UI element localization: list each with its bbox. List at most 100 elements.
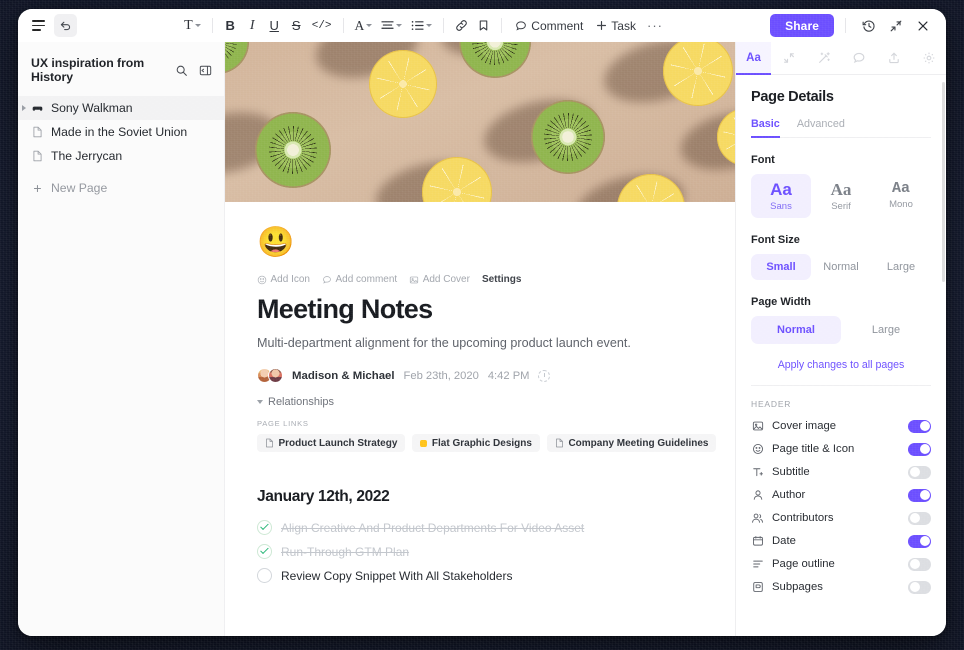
page-width-normal[interactable]: Normal <box>751 316 841 344</box>
close-x-icon[interactable] <box>911 14 934 37</box>
sidebar-item-made-in-the-soviet-union[interactable]: Made in the Soviet Union <box>18 120 224 144</box>
font-option-sans[interactable]: Aa Sans <box>751 174 811 218</box>
toggle-label: Date <box>772 535 900 547</box>
task-button[interactable]: Task <box>590 14 642 37</box>
document-content: 😃 Add Icon Add comment <box>225 202 735 583</box>
right-panel-tabs: Aa <box>736 42 946 75</box>
search-icon[interactable] <box>172 61 190 79</box>
tab-page-details[interactable]: Aa <box>736 42 771 74</box>
link-icon[interactable] <box>451 14 472 37</box>
comment-button[interactable]: Comment <box>509 14 589 37</box>
toggle-switch[interactable] <box>908 512 931 525</box>
page-emoji-icon[interactable]: 😃 <box>257 228 735 258</box>
right-panel-scrollbar[interactable] <box>942 82 945 282</box>
toggle-label: Subtitle <box>772 466 900 478</box>
toggle-switch[interactable] <box>908 443 931 456</box>
smiley-icon <box>751 443 764 455</box>
avatar <box>268 368 283 383</box>
toggle-label: Subpages <box>772 581 900 593</box>
font-size-large[interactable]: Large <box>871 254 931 280</box>
sidebar-item-sony-walkman[interactable]: Sony Walkman <box>18 96 224 120</box>
bookmark-icon[interactable] <box>473 14 494 37</box>
page-links-label: PAGE LINKS <box>257 419 735 428</box>
tab-settings[interactable] <box>911 42 946 74</box>
subtab-basic[interactable]: Basic <box>751 118 780 137</box>
page-icon <box>31 150 44 162</box>
page-link-chip[interactable]: Flat Graphic Designs <box>412 434 540 452</box>
text-style-button[interactable]: T <box>180 14 205 37</box>
relationships-toggle[interactable]: Relationships <box>257 396 735 408</box>
toggle-switch[interactable] <box>908 466 931 479</box>
square-dot-icon <box>420 440 427 447</box>
avatar-group <box>257 368 283 383</box>
collapse-arrows-icon[interactable] <box>884 14 907 37</box>
more-options-button[interactable]: ··· <box>643 14 667 37</box>
author-name: Madison & Michael <box>292 370 395 382</box>
toggle-label: Contributors <box>772 512 900 524</box>
page-title[interactable]: Meeting Notes <box>257 294 735 325</box>
app-body: UX inspiration from History <box>18 42 946 636</box>
toggle-switch[interactable] <box>908 535 931 548</box>
undo-arrow-icon[interactable] <box>54 14 77 37</box>
page-subtitle[interactable]: Multi-department alignment for the upcom… <box>257 336 735 350</box>
list-button[interactable] <box>407 14 436 37</box>
todo-item[interactable]: Run-Through GTM Plan <box>257 544 735 559</box>
tab-magic[interactable] <box>806 42 841 74</box>
settings-button[interactable]: Settings <box>482 274 521 285</box>
toggle-sidebar-icon[interactable] <box>196 61 214 79</box>
tab-relations[interactable] <box>771 42 806 74</box>
section-heading-date[interactable]: January 12th, 2022 <box>257 488 735 506</box>
hamburger-icon[interactable] <box>27 14 50 37</box>
toggle-row-date[interactable]: Date <box>751 530 931 553</box>
align-button[interactable] <box>377 14 406 37</box>
toggle-switch[interactable] <box>908 489 931 502</box>
toggle-switch[interactable] <box>908 558 931 571</box>
page-width-large[interactable]: Large <box>841 316 931 344</box>
add-cover-button[interactable]: Add Cover <box>409 274 470 285</box>
subtab-advanced[interactable]: Advanced <box>797 118 845 137</box>
toggle-row-page-title-icon[interactable]: Page title & Icon <box>751 438 931 461</box>
toggle-row-contributors[interactable]: Contributors <box>751 507 931 530</box>
checkbox-unchecked-icon[interactable] <box>257 568 272 583</box>
toggle-row-subtitle[interactable]: Subtitle <box>751 461 931 484</box>
font-option-serif[interactable]: Aa Serif <box>811 174 871 218</box>
page-link-label: Product Launch Strategy <box>279 438 398 449</box>
share-button[interactable]: Share <box>770 14 834 37</box>
tab-share[interactable] <box>876 42 911 74</box>
toggle-row-page-outline[interactable]: Page outline <box>751 553 931 576</box>
add-icon-button[interactable]: Add Icon <box>257 274 310 285</box>
font-option-mono[interactable]: Aa Mono <box>871 174 931 218</box>
italic-button[interactable]: I <box>242 14 263 37</box>
todo-item[interactable]: Review Copy Snippet With All Stakeholder… <box>257 568 735 583</box>
tab-comments[interactable] <box>841 42 876 74</box>
plus-icon <box>596 20 607 31</box>
document-meta-actions: Add Icon Add comment Add Cover <box>257 274 735 285</box>
page-link-chip[interactable]: Product Launch Strategy <box>257 434 405 452</box>
history-clock-icon[interactable] <box>857 14 880 37</box>
apply-changes-link[interactable]: Apply changes to all pages <box>751 359 931 371</box>
cover-image[interactable] <box>225 42 735 202</box>
strikethrough-button[interactable]: S <box>286 14 307 37</box>
toggle-row-subpages[interactable]: Subpages <box>751 576 931 599</box>
font-size-small[interactable]: Small <box>751 254 811 280</box>
toggle-row-author[interactable]: Author <box>751 484 931 507</box>
page-link-chip[interactable]: Company Meeting Guidelines <box>547 434 717 452</box>
checkbox-checked-icon[interactable] <box>257 520 272 535</box>
underline-button[interactable]: U <box>264 14 285 37</box>
sidebar-item-label: Made in the Soviet Union <box>51 125 187 139</box>
font-color-button[interactable]: A <box>351 14 377 37</box>
sidebar-item-the-jerrycan[interactable]: The Jerrycan <box>18 144 224 168</box>
toggle-switch[interactable] <box>908 581 931 594</box>
sidebar-new-page-button[interactable]: + New Page <box>18 176 224 200</box>
todo-item[interactable]: Align Creative And Product Departments F… <box>257 520 735 535</box>
sidebar-new-page-label: New Page <box>51 181 107 195</box>
checkbox-checked-icon[interactable] <box>257 544 272 559</box>
chevron-down-icon <box>366 24 372 27</box>
toggle-row-cover-image[interactable]: Cover image <box>751 415 931 438</box>
bold-button[interactable]: B <box>220 14 241 37</box>
code-button[interactable]: </> <box>308 14 336 37</box>
toggle-switch[interactable] <box>908 420 931 433</box>
page-link-label: Flat Graphic Designs <box>432 438 532 449</box>
font-size-normal[interactable]: Normal <box>811 254 871 280</box>
add-comment-button[interactable]: Add comment <box>322 274 397 285</box>
